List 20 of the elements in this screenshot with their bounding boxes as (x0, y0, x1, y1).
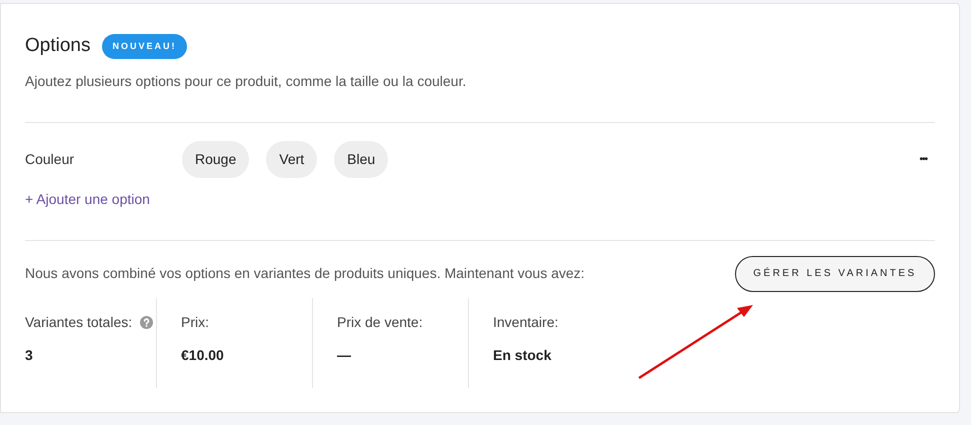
help-icon[interactable] (140, 316, 154, 328)
stat-value: €10.00 (181, 346, 225, 364)
more-options-button[interactable]: ••• (919, 152, 927, 167)
option-name: Couleur (25, 150, 76, 169)
stat-label: Prix: (181, 312, 209, 332)
add-option-link[interactable]: + Ajouter une option (25, 188, 150, 210)
stat-label: Prix de vente: (337, 312, 423, 332)
option-value-chip: Rouge (182, 141, 250, 178)
manage-variants-button[interactable]: GÉRER LES VARIANTES (735, 256, 935, 292)
stat-value: — (337, 346, 352, 364)
stat-label: Inventaire: (493, 312, 558, 332)
section-description: Ajoutez plusieurs options pour ce produit, comme la taille ou la couleur. (25, 72, 468, 91)
stat-value: 3 (25, 346, 34, 364)
stat-value: En stock (493, 346, 552, 364)
option-value-chip: Bleu (334, 141, 388, 178)
section-title: Options (25, 34, 90, 58)
summary-text: Nous avons combiné vos options en variantes de produits uniques. Maintenant vous avez: (25, 264, 585, 283)
new-badge: NOUVEAU! (102, 34, 186, 59)
stat-label: Variantes totales: (25, 312, 132, 332)
option-value-chip: Vert (266, 141, 318, 178)
